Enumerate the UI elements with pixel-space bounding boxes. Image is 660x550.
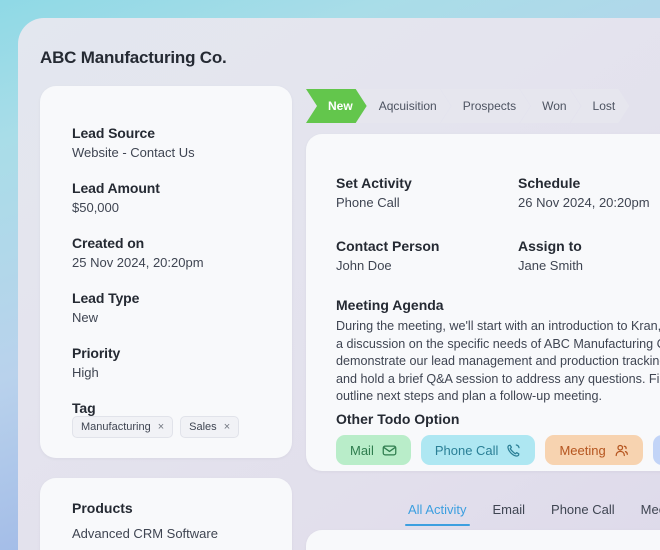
field-lead-amount: Lead Amount $50,000 [72,179,160,217]
tag-label: Sales [189,421,217,433]
field-value: 25 Nov 2024, 20:20pm [72,255,204,270]
close-icon[interactable]: × [224,421,230,433]
tag-chip-sales[interactable]: Sales × [180,416,240,438]
stage-label: Won [542,99,567,113]
meeting-agenda: Meeting Agenda During the meeting, we'll… [336,296,660,406]
tab-label: Meeting [640,502,660,517]
activity-list-card [306,530,660,550]
field-value: Website - Contact Us [72,145,195,160]
field-value: High [72,365,99,380]
activity-tab-bar: All Activity Email Phone Call Meeting [306,488,660,526]
close-icon[interactable]: × [158,421,164,433]
tab-all-activity[interactable]: All Activity [405,502,470,526]
todo-chip-label: Phone Call [434,442,499,458]
stage-new[interactable]: New [306,89,367,123]
field-label: Set Activity [336,175,412,191]
lead-details-card: Lead Source Website - Contact Us Lead Am… [40,86,292,458]
field-label: Lead Amount [72,180,160,196]
tab-label: Email [492,502,526,517]
page-title: ABC Manufacturing Co. [40,48,227,67]
field-value: Phone Call [336,195,400,210]
field-label: Lead Source [72,125,155,141]
field-value: John Doe [336,258,392,273]
tab-label: All Activity [408,502,467,517]
field-value: Jane Smith [518,258,584,273]
phone-icon [506,443,521,458]
product-item: Advanced CRM Software [72,526,218,541]
activity-detail-card: Set Activity Phone Call Schedule 26 Nov … [306,134,660,471]
field-label: Contact Person [336,238,440,254]
stage-prospects[interactable]: Prospects [441,89,530,123]
todo-chip-label: Mail [350,442,374,458]
stage-aqcuisition[interactable]: Aqcuisition [357,89,451,123]
field-assign-to: Assign to Jane Smith [518,237,583,275]
app-window: ABC Manufacturing Co. Lead Source Websit… [18,18,660,550]
todo-chip-mail[interactable]: Mail [336,435,411,465]
field-label: Schedule [518,175,581,191]
tab-label: Phone Call [551,502,615,517]
agenda-body: During the meeting, we'll start with an … [336,319,660,403]
field-priority: Priority High [72,344,120,382]
todo-chip-note[interactable]: Note [652,435,660,465]
products-title: Products [72,500,133,516]
stage-label: Lost [592,99,616,113]
people-icon [614,443,629,458]
field-label: Tag [72,400,96,416]
field-lead-source: Lead Source Website - Contact Us [72,124,195,162]
tab-email[interactable]: Email [493,502,526,526]
field-value: New [72,310,99,325]
field-label: Created on [72,235,145,251]
todo-chip-phone-call[interactable]: Phone Call [420,435,536,465]
field-value: 26 Nov 2024, 20:20pm [518,195,650,210]
todo-options-label: Other Todo Option [336,411,460,427]
products-card: Products Advanced CRM Software [40,478,292,550]
stage-label: Prospects [462,99,517,113]
field-set-activity: Set Activity Phone Call [336,174,412,212]
todo-options-list: Mail Phone Call Meeting [336,435,660,465]
mail-icon [382,443,397,458]
tag-chip-manufacturing[interactable]: Manufacturing × [72,416,174,438]
field-value: $50,000 [72,200,119,215]
field-created-on: Created on 25 Nov 2024, 20:20pm [72,234,204,272]
pipeline-stages: New Aqcuisition Prospects Won Lost [306,86,660,126]
field-label: Priority [72,345,121,361]
stage-label: Aqcuisition [378,99,437,113]
field-schedule: Schedule 26 Nov 2024, 20:20pm [518,174,650,212]
screen: ABC Manufacturing Co. Lead Source Websit… [0,0,660,550]
field-contact-person: Contact Person John Doe [336,237,439,275]
field-label: Assign to [518,238,582,254]
agenda-label: Meeting Agenda [336,297,444,313]
tag-list: Manufacturing × Sales × [72,416,240,438]
todo-chip-label: Meeting [559,442,606,458]
todo-chip-meeting[interactable]: Meeting [545,435,643,465]
field-label: Lead Type [72,290,140,306]
field-tag: Tag [72,399,96,417]
tab-meeting[interactable]: Meeting [641,502,660,526]
stage-label: New [328,99,353,113]
tab-phone-call[interactable]: Phone Call [551,502,615,526]
tag-label: Manufacturing [81,421,151,433]
field-lead-type: Lead Type New [72,289,139,327]
